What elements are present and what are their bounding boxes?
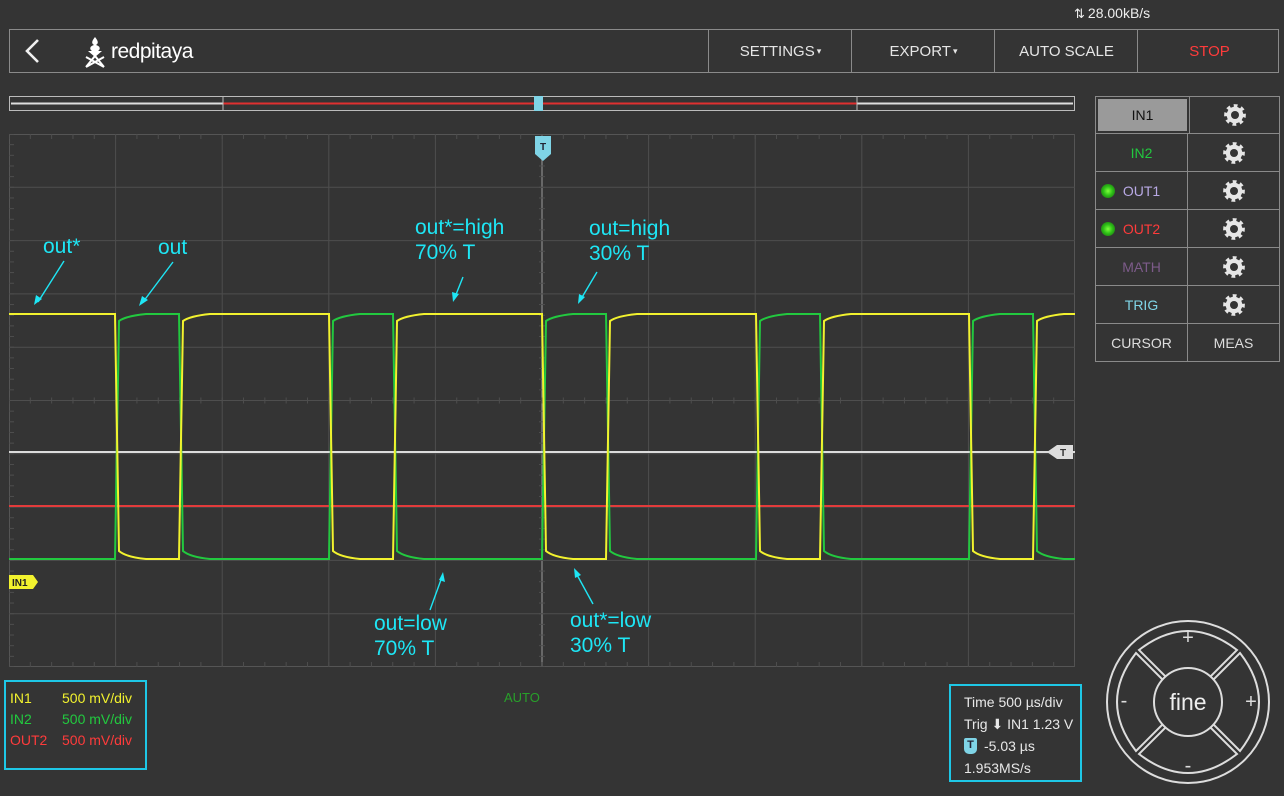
math-channel-button[interactable]: MATH: [1096, 248, 1187, 285]
annotation-out-low-1: out=low: [374, 612, 448, 635]
sidebar-row-math: MATH: [1095, 248, 1280, 286]
export-menu-button[interactable]: EXPORT ▾: [851, 30, 995, 72]
gear-icon: [1222, 293, 1245, 316]
brand-name: redpitaya: [111, 40, 193, 63]
top-navbar: redpitaya SETTINGS ▾ EXPORT ▾ AUTO SCALE S…: [9, 29, 1279, 73]
sidebar-row-in2: IN2: [1095, 134, 1280, 172]
meas-button[interactable]: MEAS: [1187, 324, 1279, 361]
stop-button[interactable]: STOP: [1137, 30, 1281, 72]
out2-scale-row: OUT2 500 mV/div: [10, 732, 145, 753]
trigger-badge-icon: T: [964, 738, 977, 754]
out1-settings-button[interactable]: [1187, 172, 1279, 209]
out2-label: OUT2: [1122, 220, 1161, 237]
status-led-icon: [1101, 184, 1115, 198]
out1-channel-button[interactable]: OUT1: [1096, 172, 1187, 209]
timebase-panel: Time 500 µs/div Trig ⬇ IN1 1.23 V T -5.03…: [949, 684, 1082, 782]
dial-up-label: +: [1182, 627, 1194, 649]
auto-scale-button[interactable]: AUTO SCALE: [994, 30, 1138, 72]
in1-scale-value: 500 mV/div: [62, 690, 133, 706]
in2-settings-button[interactable]: [1187, 134, 1279, 171]
out1-label: OUT1: [1122, 182, 1161, 199]
in1-offset-marker-label: IN1: [12, 578, 28, 589]
transfer-arrows-icon: ⇅: [1074, 6, 1085, 21]
data-rate: 28.00kB/s: [1087, 5, 1151, 21]
caret-down-icon: ▾: [952, 45, 958, 56]
sidebar-row-out2: OUT2: [1095, 210, 1280, 248]
sidebar-row-out1: OUT1: [1095, 172, 1280, 210]
in1-channel-button[interactable]: IN1: [1098, 99, 1187, 131]
in2-scale-row: IN2 500 mV/div: [10, 711, 145, 732]
dial-fine-label: fine: [1169, 689, 1206, 715]
annotation-outstar-high-2: 70% T: [415, 241, 475, 264]
annotation-outstar-high-1: out*=high: [415, 216, 504, 239]
in2-channel-button[interactable]: IN2: [1096, 134, 1187, 171]
gear-icon: [1222, 179, 1245, 202]
redpitaya-logo: redpitaya: [82, 35, 193, 69]
in2-scale-value: 500 mV/div: [62, 711, 133, 727]
in1-scale-row: IN1 500 mV/div: [10, 690, 145, 711]
annotation-out-star: out*: [43, 235, 80, 258]
export-label: EXPORT: [889, 42, 951, 60]
status-led-icon: [1101, 222, 1115, 236]
annotation-out-low-2: 70% T: [374, 637, 434, 660]
annotation-outstar-low-1: out*=low: [570, 609, 652, 632]
sidebar-row-trig: TRIG: [1095, 286, 1280, 324]
oscilloscope-graph[interactable]: T T IN1 out* out out*=high 70% T out=hig…: [9, 134, 1075, 667]
annotation-out: out: [158, 236, 187, 259]
settings-menu-button[interactable]: SETTINGS ▾: [708, 30, 852, 72]
channel-sidebar: IN1 IN2 OUT1 OUT2 MATH TRIG CURSOR MEAS: [1095, 96, 1280, 362]
timeline-trigger-handle[interactable]: [534, 96, 543, 111]
in1-scale-label: IN1: [10, 690, 32, 706]
trigger-time-marker-label: T: [540, 142, 546, 153]
gear-icon: [1222, 255, 1245, 278]
dial-down-label: -: [1185, 755, 1192, 777]
back-chevron-icon[interactable]: [20, 36, 46, 66]
annotation-outstar-low-2: 30% T: [570, 634, 630, 657]
gear-icon: [1223, 104, 1246, 126]
dial-left-label: -: [1121, 690, 1128, 712]
out2-channel-button[interactable]: OUT2: [1096, 210, 1187, 247]
annotation-out-high-1: out=high: [589, 217, 670, 240]
in2-scale-label: IN2: [10, 711, 32, 727]
caret-down-icon: ▾: [816, 45, 822, 56]
out2-settings-button[interactable]: [1187, 210, 1279, 247]
sidebar-row-tools: CURSOR MEAS: [1095, 324, 1280, 362]
gear-icon: [1222, 141, 1245, 164]
stop-label: STOP: [1189, 42, 1230, 60]
in1-settings-button[interactable]: [1189, 97, 1279, 133]
out2-scale-value: 500 mV/div: [62, 732, 133, 748]
dial-right-label: +: [1245, 691, 1257, 713]
navigation-dial: fine + - - +: [1106, 620, 1270, 784]
acquisition-mode: AUTO: [504, 690, 540, 705]
auto-scale-label: AUTO SCALE: [1019, 42, 1114, 60]
annotation-out-high-2: 30% T: [589, 242, 649, 265]
out2-scale-label: OUT2: [10, 732, 48, 748]
timeline-scrollbar[interactable]: [9, 96, 1075, 111]
trigger-delay-row: T -5.03 µs: [964, 735, 1080, 757]
trigger-level-marker-label: T: [1060, 448, 1066, 459]
trigger-delay: -5.03 µs: [984, 738, 1035, 754]
cursor-button[interactable]: CURSOR: [1096, 324, 1187, 361]
gear-icon: [1222, 217, 1245, 240]
channel-scale-panel: IN1 500 mV/div IN2 500 mV/div OUT2 500 mV/d…: [4, 680, 147, 770]
sample-rate: 1.953MS/s: [964, 760, 1031, 776]
trig-settings-button[interactable]: [1187, 286, 1279, 323]
time-per-div: Time 500 µs/div: [964, 694, 1063, 710]
trigger-info: Trig ⬇ IN1 1.23 V: [964, 715, 1074, 732]
settings-label: SETTINGS: [739, 42, 815, 60]
redpitaya-logo-icon: [85, 37, 105, 68]
data-rate-indicator: ⇅ 28.00kB/s: [1074, 5, 1150, 22]
math-settings-button[interactable]: [1187, 248, 1279, 285]
sidebar-row-in1: IN1: [1095, 96, 1280, 134]
trig-button[interactable]: TRIG: [1096, 286, 1187, 323]
